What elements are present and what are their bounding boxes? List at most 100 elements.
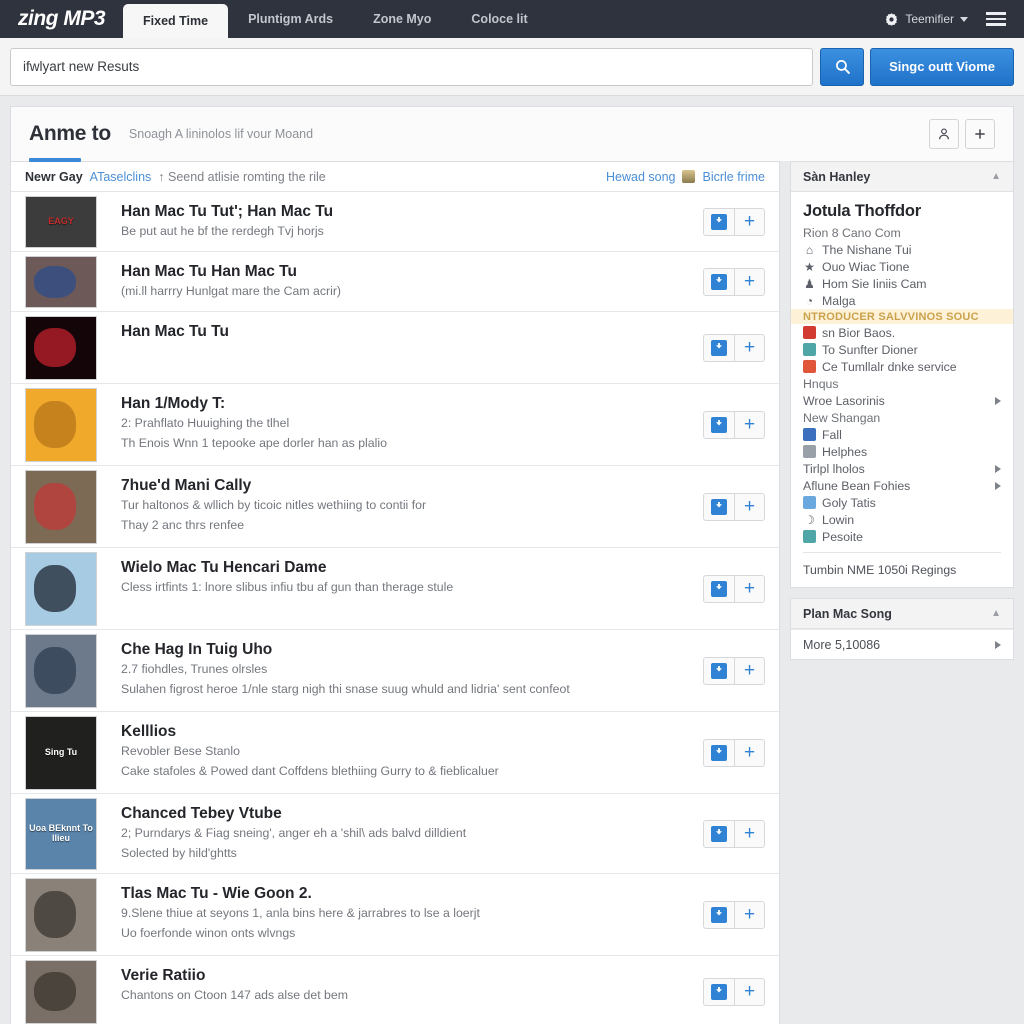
- row-actions: +: [703, 712, 779, 793]
- row-download-button[interactable]: [703, 410, 734, 439]
- download-icon: [711, 983, 727, 1000]
- nav-tab-zone-myo[interactable]: Zone Myo: [353, 0, 451, 38]
- nav-tab-coloce-lit[interactable]: Coloce lit: [451, 0, 547, 38]
- sidebar-list-item[interactable]: sn Bior Baos.: [791, 324, 1013, 341]
- close-icon: [803, 326, 816, 339]
- row-add-button[interactable]: +: [734, 492, 765, 521]
- row-thumbnail: EAGY: [25, 195, 97, 248]
- sidebar-list-item[interactable]: Ce Tumllalr dnke service: [791, 358, 1013, 375]
- sidebar-list-item[interactable]: ♟ Hom Sie Iiniis Cam: [791, 275, 1013, 292]
- top-navigation-bar: zing MP3 Fixed Time Pluntigm Ards Zone M…: [0, 0, 1024, 38]
- nav-tab-list: Fixed Time Pluntigm Ards Zone Myo Coloce…: [123, 0, 548, 38]
- row-download-button[interactable]: [703, 492, 734, 521]
- filter-link[interactable]: ATaselclins: [90, 170, 152, 184]
- row-title[interactable]: Chanced Tebey Vtube: [121, 804, 691, 823]
- plus-icon: +: [743, 496, 756, 517]
- row-download-button[interactable]: [703, 267, 734, 296]
- row-title[interactable]: Han 1/Mody T:: [121, 394, 691, 413]
- row-add-button[interactable]: +: [734, 656, 765, 685]
- sidebar-list-item[interactable]: ⌂ The Nishane Tui: [791, 241, 1013, 258]
- table-row[interactable]: Verie Ratiio Chantons on Ctoon 147 ads al…: [11, 956, 779, 1024]
- filter-right-link-2[interactable]: Bicrle frime: [702, 170, 765, 184]
- row-download-button[interactable]: [703, 900, 734, 929]
- app-root: zing MP3 Fixed Time Pluntigm Ards Zone M…: [0, 0, 1024, 1024]
- table-row[interactable]: Han Mac Tu Tu +: [11, 312, 779, 384]
- row-download-button[interactable]: [703, 656, 734, 685]
- sign-out-button[interactable]: Singc outt Viome: [870, 47, 1014, 86]
- sidebar-list-item[interactable]: Wroe Lasorinis: [791, 392, 1013, 409]
- sidebar-list-item[interactable]: Hnqus: [791, 375, 1013, 392]
- table-row[interactable]: Che Hag In Tuig Uho 2.7 fiohdles, Trunes …: [11, 630, 779, 712]
- row-add-button[interactable]: +: [734, 819, 765, 848]
- row-title[interactable]: Che Hag In Tuig Uho: [121, 640, 691, 659]
- table-row[interactable]: Wielo Mac Tu Hencari Dame Cless irtfints …: [11, 548, 779, 630]
- table-row[interactable]: Sing Tu Kelllios Revobler Bese Stanlo Cake …: [11, 712, 779, 794]
- download-icon: [711, 825, 727, 842]
- row-download-button[interactable]: [703, 207, 734, 236]
- row-title[interactable]: Kelllios: [121, 722, 691, 741]
- table-row[interactable]: 7hue'd Mani Cally Tur haltonos & wllich b…: [11, 466, 779, 548]
- brand-logo[interactable]: zing MP3: [0, 0, 123, 38]
- row-title[interactable]: 7hue'd Mani Cally: [121, 476, 691, 495]
- chevron-up-icon-2[interactable]: ▲: [991, 608, 1001, 619]
- row-add-button[interactable]: +: [734, 977, 765, 1006]
- search-input[interactable]: [10, 47, 814, 86]
- nav-tab-fixed-time[interactable]: Fixed Time: [123, 4, 229, 38]
- person-button[interactable]: [929, 119, 959, 149]
- sidebar-list-secondary: Wroe Lasorinis New Shangan Fall Helphes Tirl…: [791, 392, 1013, 545]
- sidebar-list-item[interactable]: Pesoite: [791, 528, 1013, 545]
- chevron-up-icon[interactable]: ▲: [991, 171, 1001, 182]
- row-title[interactable]: Han Mac Tu Han Mac Tu: [121, 262, 691, 281]
- row-add-button[interactable]: +: [734, 333, 765, 362]
- row-title[interactable]: Wielo Mac Tu Hencari Dame: [121, 558, 691, 577]
- user-menu[interactable]: Teemifier: [884, 12, 968, 27]
- row-thumbnail: [25, 315, 97, 380]
- row-description-line: Be put aut he bf the rerdegh Tvj horjs: [121, 224, 324, 239]
- table-row[interactable]: Uoa BEknnt To llieu Chanced Tebey Vtube 2;…: [11, 794, 779, 874]
- sidebar-list-item[interactable]: NTRODUCER SALVVINOS SOUC: [791, 309, 1013, 324]
- sidebar-list-item[interactable]: Goly Tatis: [791, 494, 1013, 511]
- table-row[interactable]: Tlas Mac Tu - Wie Goon 2. 9.Slene thiue a…: [11, 874, 779, 956]
- row-add-button[interactable]: +: [734, 207, 765, 236]
- row-add-button[interactable]: +: [734, 410, 765, 439]
- sidebar-panel2-row[interactable]: More 5,10086: [791, 629, 1013, 659]
- table-row[interactable]: Han 1/Mody T: 2: Prahflato Huuighing the …: [11, 384, 779, 466]
- nav-right-cluster: Teemifier: [884, 0, 1024, 38]
- row-add-button[interactable]: +: [734, 900, 765, 929]
- search-button[interactable]: [820, 47, 865, 86]
- sidebar-list-item[interactable]: Helphes: [791, 443, 1013, 460]
- filter-right-link[interactable]: Hewad song: [606, 170, 676, 184]
- sidebar-list-item[interactable]: New Shangan: [791, 409, 1013, 426]
- row-download-button[interactable]: [703, 333, 734, 362]
- sidebar-panel-header[interactable]: Sàn Hanley ▲: [791, 162, 1013, 192]
- row-title[interactable]: Verie Ratiio: [121, 966, 691, 985]
- download-icon: [803, 530, 816, 543]
- hamburger-icon[interactable]: [978, 6, 1014, 32]
- sidebar-list-item[interactable]: Rion 8 Cano Com: [791, 224, 1013, 241]
- add-button[interactable]: [965, 119, 995, 149]
- row-download-button[interactable]: [703, 977, 734, 1006]
- sidebar-list-item[interactable]: Fall: [791, 426, 1013, 443]
- row-add-button[interactable]: +: [734, 574, 765, 603]
- sidebar-list-item[interactable]: Aflune Bean Fohies: [791, 477, 1013, 494]
- row-add-button[interactable]: +: [734, 267, 765, 296]
- table-row[interactable]: EAGY Han Mac Tu Tut'; Han Mac Tu Be put au…: [11, 192, 779, 252]
- sidebar-list-item[interactable]: To Sunfter Dioner: [791, 341, 1013, 358]
- row-download-button[interactable]: [703, 574, 734, 603]
- sidebar-list-item[interactable]: ★ Ouo Wiac Tione: [791, 258, 1013, 275]
- sidebar-panel2-header[interactable]: Plan Mac Song ▲: [791, 599, 1013, 629]
- row-add-button[interactable]: +: [734, 738, 765, 767]
- sidebar-list-item-label: Hom Sie Iiniis Cam: [822, 276, 927, 291]
- row-title[interactable]: Han Mac Tu Tu: [121, 322, 691, 341]
- row-download-button[interactable]: [703, 738, 734, 767]
- results-list: EAGY Han Mac Tu Tut'; Han Mac Tu Be put au…: [11, 192, 779, 1024]
- row-title[interactable]: Han Mac Tu Tut'; Han Mac Tu: [121, 202, 691, 221]
- sidebar-list-item[interactable]: ◔ Malga: [791, 292, 1013, 309]
- row-title[interactable]: Tlas Mac Tu - Wie Goon 2.: [121, 884, 691, 903]
- plus-icon: +: [743, 578, 756, 599]
- table-row[interactable]: Han Mac Tu Han Mac Tu (mi.ll harrry Hunlg…: [11, 252, 779, 312]
- nav-tab-pluntigm-ards[interactable]: Pluntigm Ards: [228, 0, 353, 38]
- sidebar-list-item[interactable]: ☽ Lowin: [791, 511, 1013, 528]
- sidebar-list-item[interactable]: Tirlpl lholos: [791, 460, 1013, 477]
- row-download-button[interactable]: [703, 819, 734, 848]
